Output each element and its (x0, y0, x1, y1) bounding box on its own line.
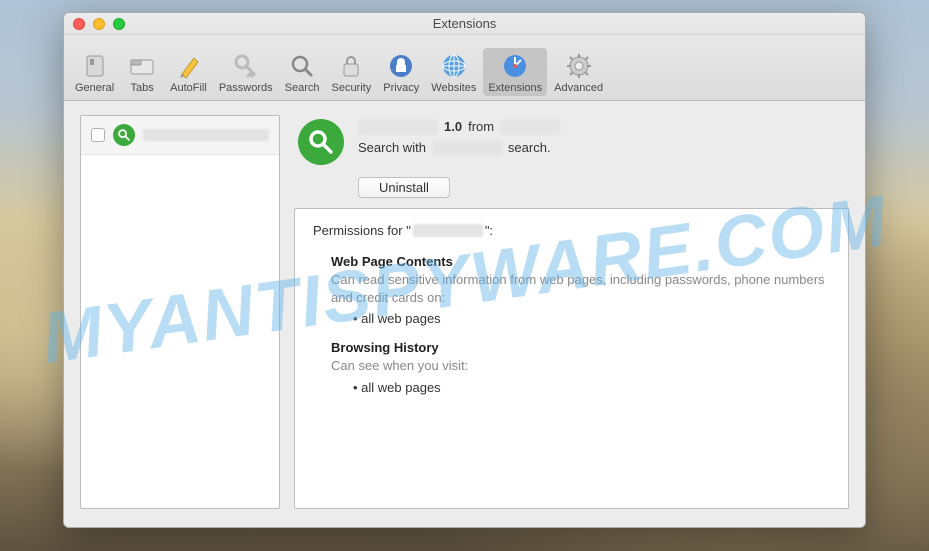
tab-advanced[interactable]: Advanced (549, 48, 608, 96)
tab-tabs[interactable]: Tabs (121, 48, 163, 96)
tab-extensions[interactable]: Extensions (483, 48, 547, 96)
extension-list-item[interactable] (81, 116, 279, 155)
toolbar-label: AutoFill (170, 82, 207, 94)
titlebar[interactable]: Extensions (64, 13, 865, 35)
permission-list: all web pages (353, 380, 830, 395)
extensions-icon (501, 52, 529, 80)
extension-version: 1.0 (444, 119, 462, 134)
tabs-icon (128, 52, 156, 80)
desc-suffix: search. (508, 140, 551, 155)
passwords-icon (232, 52, 260, 80)
toolbar-label: Search (285, 82, 320, 94)
autofill-icon (174, 52, 202, 80)
extension-author-redacted (500, 120, 560, 134)
perm-for-prefix: Permissions for " (313, 223, 411, 238)
permission-description: Can read sensitive information from web … (331, 271, 830, 307)
perm-for-suffix: ": (485, 223, 493, 238)
tab-autofill[interactable]: AutoFill (165, 48, 212, 96)
extension-name-redacted (358, 120, 438, 134)
extension-enable-checkbox[interactable] (91, 128, 105, 142)
tab-passwords[interactable]: Passwords (214, 48, 278, 96)
perm-name-redacted (413, 224, 483, 237)
close-window-button[interactable] (73, 18, 85, 30)
tab-security[interactable]: Security (326, 48, 376, 96)
content-area: 1.0 from Search with search. Uninstall P (64, 101, 865, 527)
search-icon (288, 52, 316, 80)
permission-heading: Web Page Contents (331, 254, 830, 269)
toolbar-label: Security (331, 82, 371, 94)
minimize-window-button[interactable] (93, 18, 105, 30)
detail-title-block: 1.0 from Search with search. (358, 119, 845, 165)
uninstall-button[interactable]: Uninstall (358, 177, 450, 198)
detail-header: 1.0 from Search with search. (294, 115, 849, 165)
toolbar-label: Privacy (383, 82, 419, 94)
toolbar-label: Extensions (488, 82, 542, 94)
extension-description: Search with search. (358, 140, 845, 155)
toolbar-label: Tabs (131, 82, 154, 94)
preferences-window: Extensions General Tabs AutoFill Passwor… (63, 12, 866, 528)
tab-search[interactable]: Search (280, 48, 325, 96)
tab-general[interactable]: General (70, 48, 119, 96)
privacy-icon (387, 52, 415, 80)
websites-icon (440, 52, 468, 80)
permissions-for-line: Permissions for " ": (313, 223, 830, 238)
permission-section: Browsing History Can see when you visit:… (331, 340, 830, 394)
window-title: Extensions (64, 16, 865, 31)
permission-list: all web pages (353, 311, 830, 326)
extensions-sidebar[interactable] (80, 115, 280, 509)
extension-name-redacted (143, 129, 269, 141)
permission-section: Web Page Contents Can read sensitive inf… (331, 254, 830, 326)
toolbar-label: Passwords (219, 82, 273, 94)
zoom-window-button[interactable] (113, 18, 125, 30)
general-icon (81, 52, 109, 80)
permission-list-item: all web pages (353, 311, 830, 326)
tab-websites[interactable]: Websites (426, 48, 481, 96)
extension-icon-large (298, 119, 344, 165)
permission-heading: Browsing History (331, 340, 830, 355)
permissions-panel: Permissions for " ": Web Page Contents C… (294, 208, 849, 509)
uninstall-row: Uninstall (294, 175, 849, 198)
extension-detail: 1.0 from Search with search. Uninstall P (294, 115, 849, 509)
permission-list-item: all web pages (353, 380, 830, 395)
advanced-icon (565, 52, 593, 80)
toolbar-label: Advanced (554, 82, 603, 94)
extension-title-line: 1.0 from (358, 119, 845, 134)
window-controls (64, 18, 125, 30)
preferences-toolbar: General Tabs AutoFill Passwords Search (64, 35, 865, 101)
desc-prefix: Search with (358, 140, 426, 155)
permission-description: Can see when you visit: (331, 357, 830, 375)
desc-name-redacted (432, 141, 502, 155)
tab-privacy[interactable]: Privacy (378, 48, 424, 96)
toolbar-label: General (75, 82, 114, 94)
security-icon (337, 52, 365, 80)
from-label: from (468, 119, 494, 134)
toolbar-label: Websites (431, 82, 476, 94)
extension-icon (113, 124, 135, 146)
